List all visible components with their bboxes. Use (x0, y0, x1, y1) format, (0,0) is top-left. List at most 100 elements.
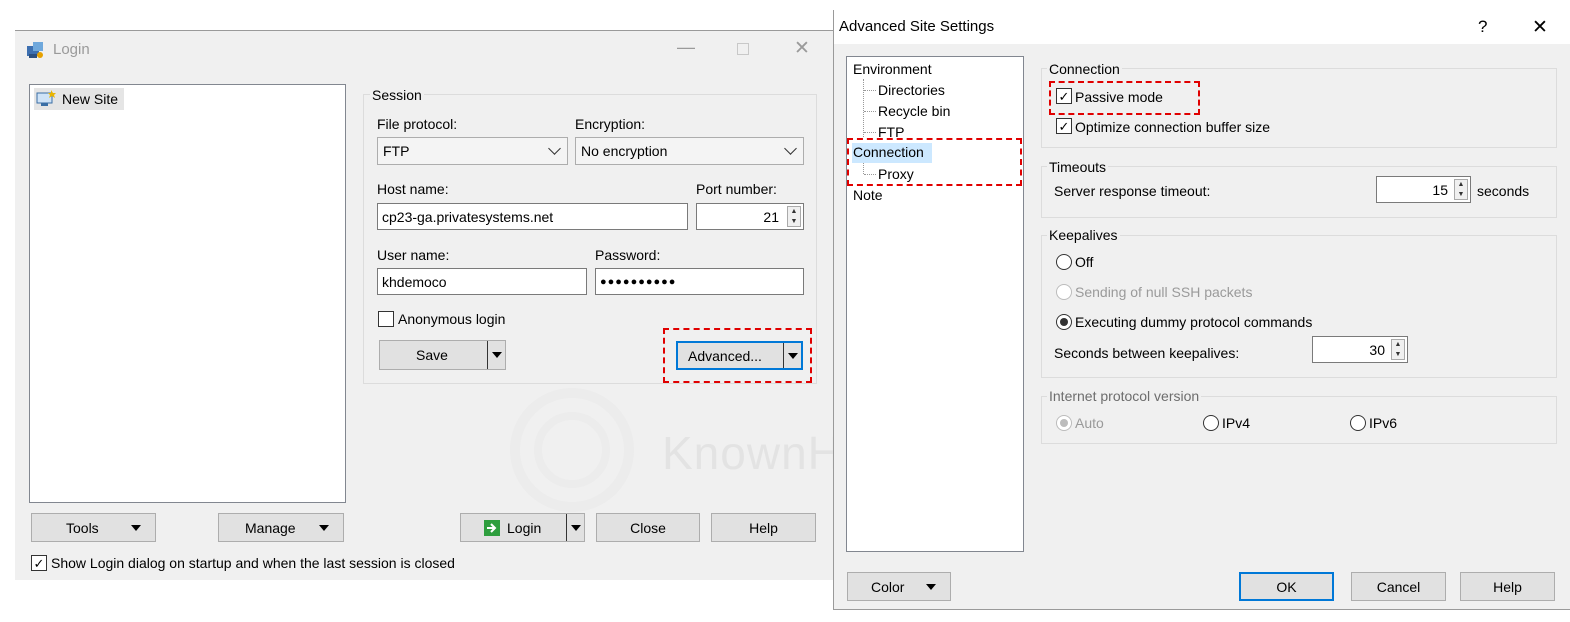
port-spinner[interactable]: ▲ ▼ (787, 206, 801, 227)
save-button[interactable]: Save (379, 340, 506, 370)
keepalive-off-label: Off (1075, 254, 1094, 270)
login-window-title: Login (53, 41, 90, 58)
server-timeout-label: Server response timeout: (1054, 183, 1211, 199)
host-name-label: Host name: (377, 181, 449, 197)
encryption-value: No encryption (581, 143, 668, 159)
manage-button-label: Manage (245, 520, 296, 536)
keepalive-null-ssh-label: Sending of null SSH packets (1075, 284, 1253, 300)
manage-button[interactable]: Manage (218, 513, 344, 542)
anonymous-login-checkbox[interactable] (378, 311, 394, 327)
ipv4-label: IPv4 (1222, 415, 1251, 431)
keepalive-seconds-spinner[interactable]: ▲ ▼ (1391, 339, 1405, 360)
ipv6-label: IPv6 (1369, 415, 1398, 431)
user-name-input[interactable]: khdemoco (377, 268, 587, 295)
keepalive-off-radio[interactable] (1056, 254, 1072, 270)
maximize-icon[interactable] (737, 43, 749, 55)
keepalive-null-ssh-radio (1056, 284, 1072, 300)
timeouts-group-title: Timeouts (1047, 159, 1109, 175)
password-input[interactable]: ●●●●●●●●●● (595, 268, 804, 295)
keepalive-seconds-input[interactable]: 30 ▲ ▼ (1312, 336, 1408, 363)
keepalive-seconds-label: Seconds between keepalives: (1054, 345, 1240, 361)
login-window: Login — ✕ New Site Session File protocol… (15, 31, 833, 580)
login-dropdown-arrow[interactable] (566, 514, 584, 541)
new-site-icon (36, 90, 56, 111)
app-icon (25, 40, 45, 60)
tree-connector (864, 90, 876, 91)
minimize-icon[interactable]: — (677, 37, 695, 58)
triangle-down-icon (319, 525, 329, 531)
seconds-label: seconds (1477, 183, 1530, 199)
ipv6-radio[interactable] (1350, 415, 1366, 431)
port-number-input[interactable]: 21 ▲ ▼ (696, 203, 804, 230)
optimize-buffer-label: Optimize connection buffer size (1075, 119, 1271, 135)
tree-item-recycle-bin[interactable]: Recycle bin (878, 103, 950, 119)
connection-group-title: Connection (1047, 61, 1122, 77)
close-icon[interactable]: ✕ (1532, 16, 1548, 39)
knownhost-logo (510, 388, 634, 512)
close-icon[interactable]: ✕ (794, 37, 810, 60)
triangle-down-icon (131, 525, 141, 531)
advanced-highlight (663, 328, 812, 383)
ip-auto-radio (1056, 415, 1072, 431)
color-button-label: Color (871, 579, 905, 595)
cancel-button[interactable]: Cancel (1351, 572, 1446, 601)
ipv4-radio[interactable] (1203, 415, 1219, 431)
tree-connector (864, 111, 876, 112)
settings-tree[interactable]: Environment Directories Recycle bin FTP … (846, 56, 1024, 552)
ip-version-group-title: Internet protocol version (1047, 388, 1202, 404)
tree-connector (864, 132, 876, 133)
help-button-label: Help (1493, 578, 1522, 595)
login-icon (483, 519, 501, 540)
keepalive-dummy-radio[interactable] (1056, 314, 1072, 330)
help-button-label: Help (749, 519, 778, 536)
chevron-down-icon (548, 142, 561, 155)
file-protocol-select[interactable]: FTP (377, 137, 568, 165)
login-button-label: Login (507, 520, 542, 536)
close-button-label: Close (630, 519, 666, 536)
server-timeout-value: 15 (1432, 181, 1448, 198)
show-login-dialog-checkbox[interactable]: ✓ (31, 555, 47, 571)
triangle-down-icon (926, 584, 936, 590)
show-login-dialog-label: Show Login dialog on startup and when th… (51, 555, 455, 571)
cancel-button-label: Cancel (1376, 578, 1421, 595)
triangle-down-icon (570, 524, 581, 531)
ok-button[interactable]: OK (1239, 572, 1334, 601)
server-timeout-input[interactable]: 15 ▲ ▼ (1376, 176, 1471, 203)
passive-mode-highlight (1049, 81, 1200, 115)
anonymous-login-label: Anonymous login (398, 311, 506, 327)
port-number-label: Port number: (696, 181, 777, 197)
close-button[interactable]: Close (596, 513, 700, 542)
tree-item-note[interactable]: Note (853, 187, 883, 203)
ok-button-label: OK (1276, 578, 1297, 595)
encryption-select[interactable]: No encryption (575, 137, 804, 165)
session-group-title: Session (370, 87, 424, 103)
chevron-down-icon (784, 142, 797, 155)
site-item-new-site[interactable]: New Site (34, 88, 124, 110)
save-dropdown-arrow[interactable] (487, 341, 505, 369)
password-label: Password: (595, 247, 661, 263)
site-tree[interactable]: New Site (29, 84, 346, 503)
advanced-settings-window: Advanced Site Settings ? ✕ Environment D… (833, 10, 1570, 610)
server-timeout-spinner[interactable]: ▲ ▼ (1454, 179, 1468, 200)
help-icon[interactable]: ? (1478, 17, 1487, 37)
optimize-buffer-checkbox[interactable]: ✓ (1056, 118, 1072, 134)
save-button-label: Save (416, 347, 448, 363)
port-number-value: 21 (763, 208, 779, 225)
help-button[interactable]: Help (711, 513, 816, 542)
keepalives-group-title: Keepalives (1047, 227, 1120, 243)
ip-auto-label: Auto (1075, 415, 1104, 431)
tree-item-environment[interactable]: Environment (853, 61, 932, 77)
keepalive-dummy-label: Executing dummy protocol commands (1075, 314, 1313, 330)
keepalive-seconds-value: 30 (1369, 341, 1385, 358)
help-button[interactable]: Help (1460, 572, 1555, 601)
file-protocol-label: File protocol: (377, 116, 458, 132)
color-button[interactable]: Color (847, 572, 951, 601)
tools-button[interactable]: Tools (31, 513, 156, 542)
user-name-label: User name: (377, 247, 450, 263)
encryption-label: Encryption: (575, 116, 646, 132)
tree-item-directories[interactable]: Directories (878, 82, 945, 98)
tools-button-label: Tools (66, 520, 99, 536)
site-item-label: New Site (62, 91, 119, 107)
login-button[interactable]: Login (460, 513, 585, 542)
host-name-input[interactable]: cp23-ga.privatesystems.net (377, 203, 688, 230)
